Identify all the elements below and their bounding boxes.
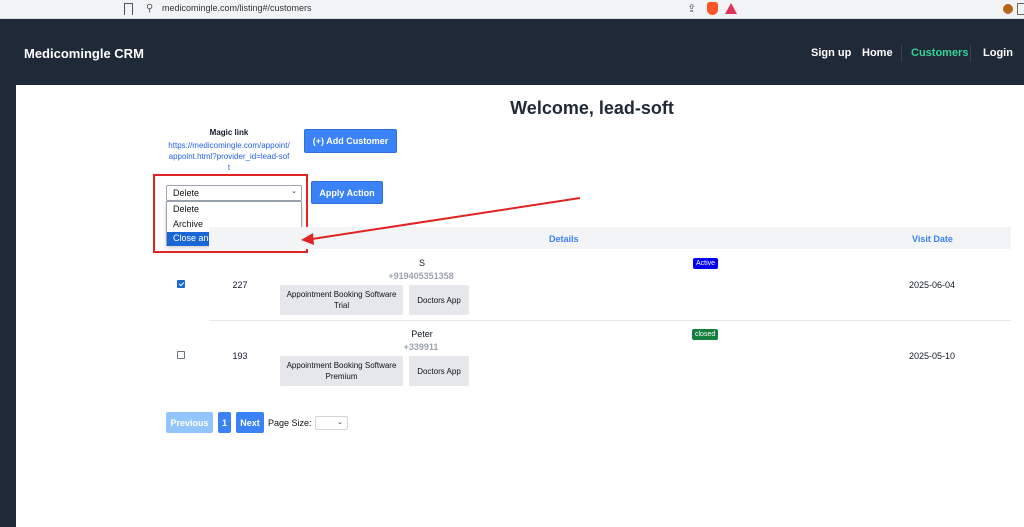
chevron-down-icon: ⌄ <box>337 418 343 426</box>
row-id: 193 <box>232 351 248 361</box>
row-name: S <box>418 258 425 268</box>
nav-divider <box>901 44 902 62</box>
magic-link-url[interactable]: https://medicomingle.com/appoint/appoint… <box>168 140 290 173</box>
row-tag-product: Appointment Booking Software Trial <box>280 285 403 315</box>
row-tag-product: Appointment Booking Software Premium <box>280 356 403 386</box>
row-id: 227 <box>232 280 248 290</box>
row-tag-app: Doctors App <box>409 356 469 386</box>
page-title: Welcome, lead-soft <box>510 98 674 118</box>
bookmark-icon[interactable] <box>124 3 133 15</box>
magic-link-title: Magic link <box>209 128 249 137</box>
brave-shield-icon[interactable] <box>707 2 718 15</box>
nav-home[interactable]: Home <box>862 47 893 59</box>
site-settings-icon[interactable]: ⚲ <box>146 4 153 14</box>
browser-toolbar: ⚲ medicomingle.com/listing#/customers ⇪ <box>0 0 1024 19</box>
share-icon[interactable]: ⇪ <box>687 2 696 15</box>
pagination-page-1[interactable]: 1 <box>218 412 231 433</box>
row-tag-app: Doctors App <box>409 285 469 315</box>
nav-customers[interactable]: Customers <box>911 47 968 59</box>
left-sidebar-strip <box>0 85 16 527</box>
row-phone: +339911 <box>403 342 439 352</box>
nav-sign-up[interactable]: Sign up <box>811 47 851 59</box>
row-checkbox[interactable] <box>177 280 185 288</box>
table-header: Details Visit Date <box>209 227 1011 249</box>
page-size-label: Page Size: <box>268 418 312 428</box>
status-badge: Active <box>693 258 719 269</box>
row-phone: +919405351358 <box>388 271 454 281</box>
top-navbar: Medicomingle CRM Sign up Home Customers … <box>0 19 1024 85</box>
add-customer-button[interactable]: (+) Add Customer <box>304 129 397 153</box>
nav-login[interactable]: Login <box>983 47 1013 59</box>
brand-logo[interactable]: Medicomingle CRM <box>24 46 144 61</box>
sidebar-icon[interactable] <box>1017 3 1024 15</box>
row-checkbox[interactable] <box>177 351 185 359</box>
pagination-next-button[interactable]: Next <box>236 412 264 433</box>
row-visit-date: 2025-06-04 <box>908 280 956 290</box>
address-bar[interactable]: medicomingle.com/listing#/customers <box>162 3 312 13</box>
row-visit-date: 2025-05-10 <box>908 351 956 361</box>
pagination-previous-button[interactable]: Previous <box>166 412 213 433</box>
nav-divider <box>970 44 971 62</box>
apply-action-button[interactable]: Apply Action <box>311 181 383 204</box>
status-badge: closed <box>692 329 719 340</box>
header-details[interactable]: Details <box>549 234 579 244</box>
extension-icon[interactable] <box>1003 4 1013 14</box>
row-name: Peter <box>411 329 433 339</box>
brave-rewards-icon[interactable] <box>725 3 737 14</box>
header-visit-date[interactable]: Visit Date <box>912 234 953 244</box>
page-size-select[interactable]: ⌄ <box>315 416 348 430</box>
row-divider <box>209 320 1011 321</box>
